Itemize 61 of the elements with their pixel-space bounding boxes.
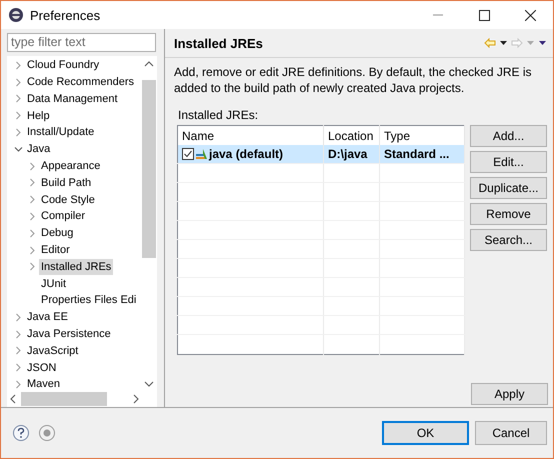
expand-icon[interactable] [14,128,22,137]
expand-icon[interactable] [14,60,22,70]
table-cell: java (default) [209,147,284,161]
tree-item[interactable]: Code Style [39,192,97,208]
side-button[interactable]: Remove [470,203,547,225]
library-icon [196,148,207,160]
tree-item[interactable]: JavaScript [25,342,80,359]
expand-icon[interactable] [28,178,36,188]
tree-item[interactable]: Appearance [39,158,102,174]
expand-icon[interactable] [14,111,22,120]
tree-item[interactable]: JUnit [39,276,68,292]
side-button[interactable]: Add... [470,125,547,147]
table-label: Installed JREs: [178,108,260,122]
expand-icon[interactable] [14,94,22,104]
tree-item[interactable]: Installed JREs [39,258,114,275]
tree-item[interactable]: Compiler [39,208,88,224]
apply-button[interactable]: Apply [471,383,548,405]
expand-icon[interactable] [28,212,36,221]
dialog-button[interactable]: Cancel [475,421,547,445]
tree-item[interactable]: Maven [25,376,62,391]
tree-item[interactable]: Data Management [25,90,120,107]
expand-icon[interactable] [14,78,22,87]
tree-item[interactable]: Editor [39,242,72,258]
side-button[interactable]: Duplicate... [470,177,547,199]
expand-icon[interactable] [14,330,22,338]
side-button[interactable]: Edit... [470,151,547,173]
app-icon [8,7,24,23]
tree-item[interactable]: Java Persistence [25,326,113,342]
tree-item[interactable]: Install/Update [25,124,96,140]
close-icon[interactable] [524,10,536,20]
expand-icon[interactable] [14,363,22,372]
table-cell: Standard ... [384,147,450,161]
tree-item[interactable]: Properties Files Edi [39,292,138,308]
table-cell: D:\java [328,147,368,161]
tree-item[interactable]: Java [25,141,52,158]
tree-item[interactable]: Cloud Foundry [25,57,102,74]
tree-item[interactable]: Code Recommenders [25,74,136,90]
expand-icon[interactable] [14,346,22,356]
tree-item[interactable]: Debug [39,225,76,242]
tree-item[interactable]: Java EE [25,309,70,326]
maximize-icon[interactable] [478,10,490,20]
expand-icon[interactable] [14,380,22,389]
tree-item[interactable]: JSON [25,360,58,376]
expand-icon[interactable] [28,162,36,171]
tree-item[interactable]: Help [25,108,52,124]
side-button[interactable]: Search... [470,229,547,251]
collapse-icon[interactable] [14,144,22,154]
expand-icon[interactable] [14,312,22,322]
dialog-button[interactable]: OK [382,421,469,445]
page-title: Installed JREs [174,36,264,50]
expand-icon[interactable] [28,262,36,272]
expand-icon[interactable] [28,228,36,238]
filter-field[interactable]: type filter text [7,33,156,52]
record-icon[interactable] [39,425,55,441]
checkbox[interactable] [182,148,194,160]
expand-icon[interactable] [28,246,36,255]
expand-icon[interactable] [28,195,36,204]
tree-item[interactable]: Build Path [39,174,94,191]
description-text: Add, remove or edit JRE definitions. By default, the checked JRE is added to the build path of newly created Java projects. [174,64,533,96]
help-icon[interactable] [13,425,29,441]
window-title: Preferences [30,8,100,22]
